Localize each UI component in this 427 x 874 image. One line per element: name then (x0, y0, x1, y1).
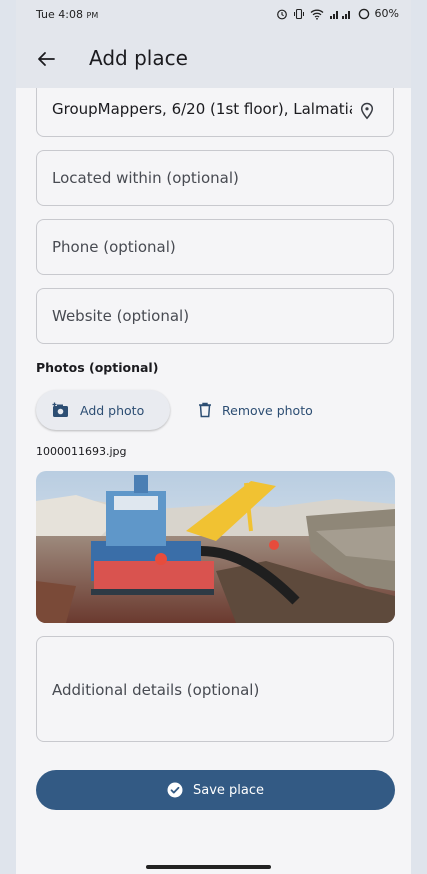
add-photo-label: Add photo (80, 402, 145, 418)
status-time-value: Tue 4:08 (36, 8, 83, 21)
website-field[interactable]: Website (optional) (36, 288, 394, 344)
back-arrow-icon (38, 52, 55, 66)
phone-placeholder: Phone (optional) (52, 238, 176, 256)
status-icons: 60% (276, 7, 399, 20)
vibrate-icon (293, 8, 304, 19)
status-ampm: PM (86, 11, 99, 20)
address-field[interactable]: GroupMappers, 6/20 (1st floor), Lalmatia (36, 88, 394, 137)
battery-percent: 60% (374, 7, 399, 20)
remove-photo-label: Remove photo (222, 402, 313, 418)
save-place-label: Save place (192, 782, 265, 798)
location-pin-icon[interactable] (357, 101, 377, 121)
address-value: GroupMappers, 6/20 (1st floor), Lalmatia (52, 100, 352, 118)
page-title: Add place (89, 46, 188, 70)
trash-icon (199, 402, 211, 418)
located-within-field[interactable]: Located within (optional) (36, 150, 394, 206)
additional-details-field[interactable]: Additional details (optional) (36, 636, 394, 742)
status-bar: Tue 4:08 PM 60% (16, 0, 411, 30)
located-within-placeholder: Located within (optional) (52, 169, 239, 187)
check-circle-icon (167, 782, 183, 798)
back-button[interactable] (34, 47, 58, 71)
save-place-button[interactable]: Save place (36, 770, 395, 810)
dredger-photo-illustration (36, 471, 395, 623)
remove-photo-button[interactable]: Remove photo (192, 390, 313, 430)
additional-details-placeholder: Additional details (optional) (52, 681, 260, 699)
add-photo-icon (52, 402, 68, 417)
photos-section-label: Photos (optional) (36, 360, 159, 375)
wifi-icon (310, 9, 323, 20)
add-photo-button[interactable]: Add photo (36, 390, 170, 430)
phone-field[interactable]: Phone (optional) (36, 219, 394, 275)
website-placeholder: Website (optional) (52, 307, 190, 325)
app-bar: Add place (16, 30, 411, 88)
alarm-icon (276, 9, 287, 19)
add-place-screen: Tue 4:08 PM 60% Add place GroupMappers, … (16, 0, 411, 874)
photo-filename: 1000011693.jpg (36, 445, 127, 458)
photo-thumbnail (36, 471, 395, 623)
home-indicator[interactable] (146, 865, 271, 869)
signal-icon (329, 10, 350, 19)
battery-icon (358, 8, 369, 19)
status-time: Tue 4:08 PM (36, 8, 98, 21)
